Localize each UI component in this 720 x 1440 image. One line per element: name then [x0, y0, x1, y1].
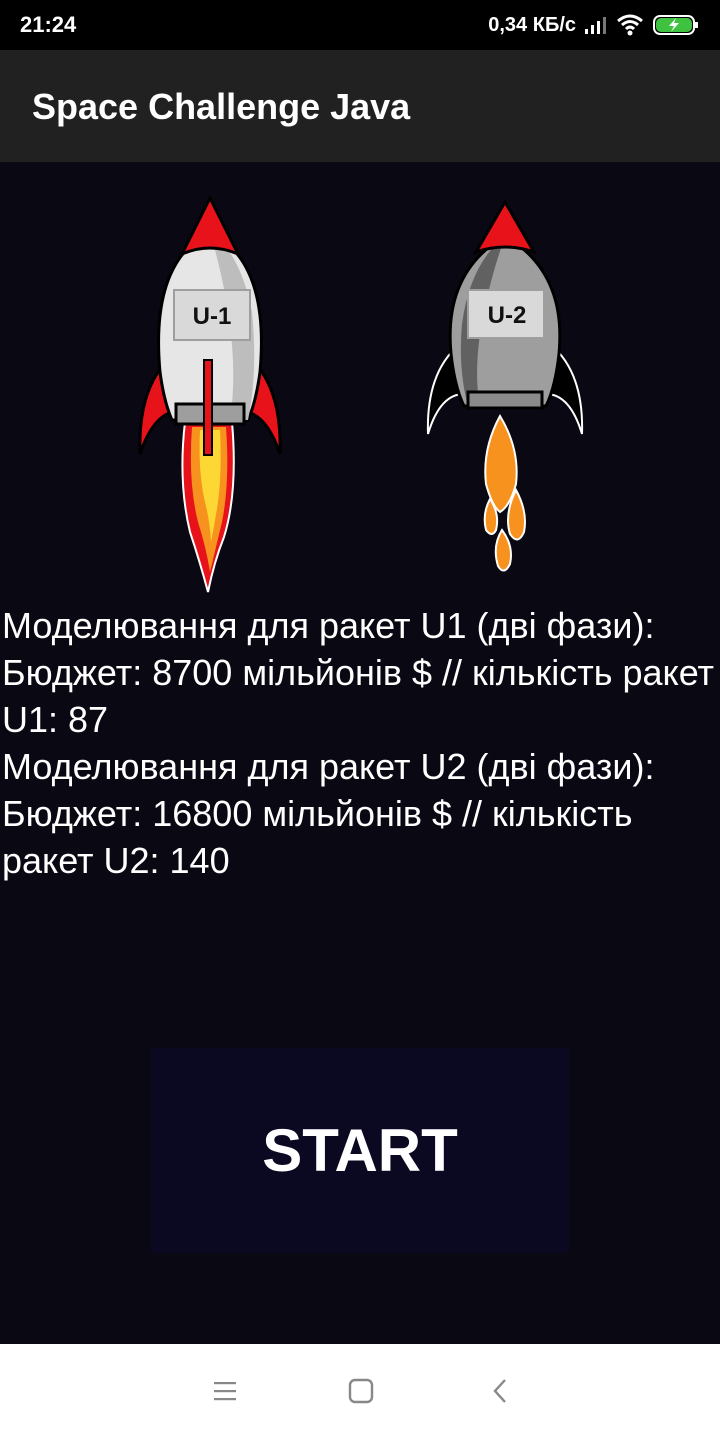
- result-u2-budget: Бюджет: 16800 мільйонів $ // кількість р…: [2, 793, 633, 881]
- home-icon[interactable]: [348, 1378, 374, 1404]
- battery-charging-icon: [653, 15, 698, 35]
- back-icon[interactable]: [488, 1378, 514, 1404]
- status-time: 21:24: [20, 12, 77, 37]
- start-button[interactable]: START: [151, 1048, 569, 1253]
- wifi-icon: [617, 14, 643, 36]
- signal-icon: [585, 17, 606, 34]
- app-bar: Space Challenge Java: [0, 50, 720, 162]
- rocket-u1-label: U-1: [193, 303, 232, 330]
- result-u2-title: Моделювання для ракет U2 (дві фази):: [2, 746, 655, 787]
- rocket-u2-flame: [483, 413, 526, 572]
- menu-icon[interactable]: [212, 1378, 238, 1404]
- network-speed: 0,34 КБ/с: [488, 13, 576, 36]
- result-u1-budget: Бюджет: 8700 мільйонів $ // кількість ра…: [2, 652, 715, 740]
- status-indicators: 0,34 КБ/с: [488, 12, 700, 38]
- rocket-u2-image: U-2: [426, 199, 584, 572]
- simulation-results: Моделювання для ракет U1 (дві фази): Бюд…: [2, 602, 718, 884]
- rocket-u1-nose: [178, 194, 242, 257]
- rocket-u1-image: U-1: [138, 194, 282, 593]
- main-content: U-1 U-2 Моделювання для ракет U1 (дві фа…: [0, 162, 720, 1344]
- status-bar: 21:24 0,34 КБ/с: [0, 0, 720, 50]
- navigation-bar: [0, 1344, 720, 1440]
- result-u1-title: Моделювання для ракет U1 (дві фази):: [2, 605, 655, 646]
- rocket-u2-nose: [472, 199, 538, 255]
- rocket-u2-label: U-2: [488, 302, 527, 329]
- app-title: Space Challenge Java: [32, 86, 411, 127]
